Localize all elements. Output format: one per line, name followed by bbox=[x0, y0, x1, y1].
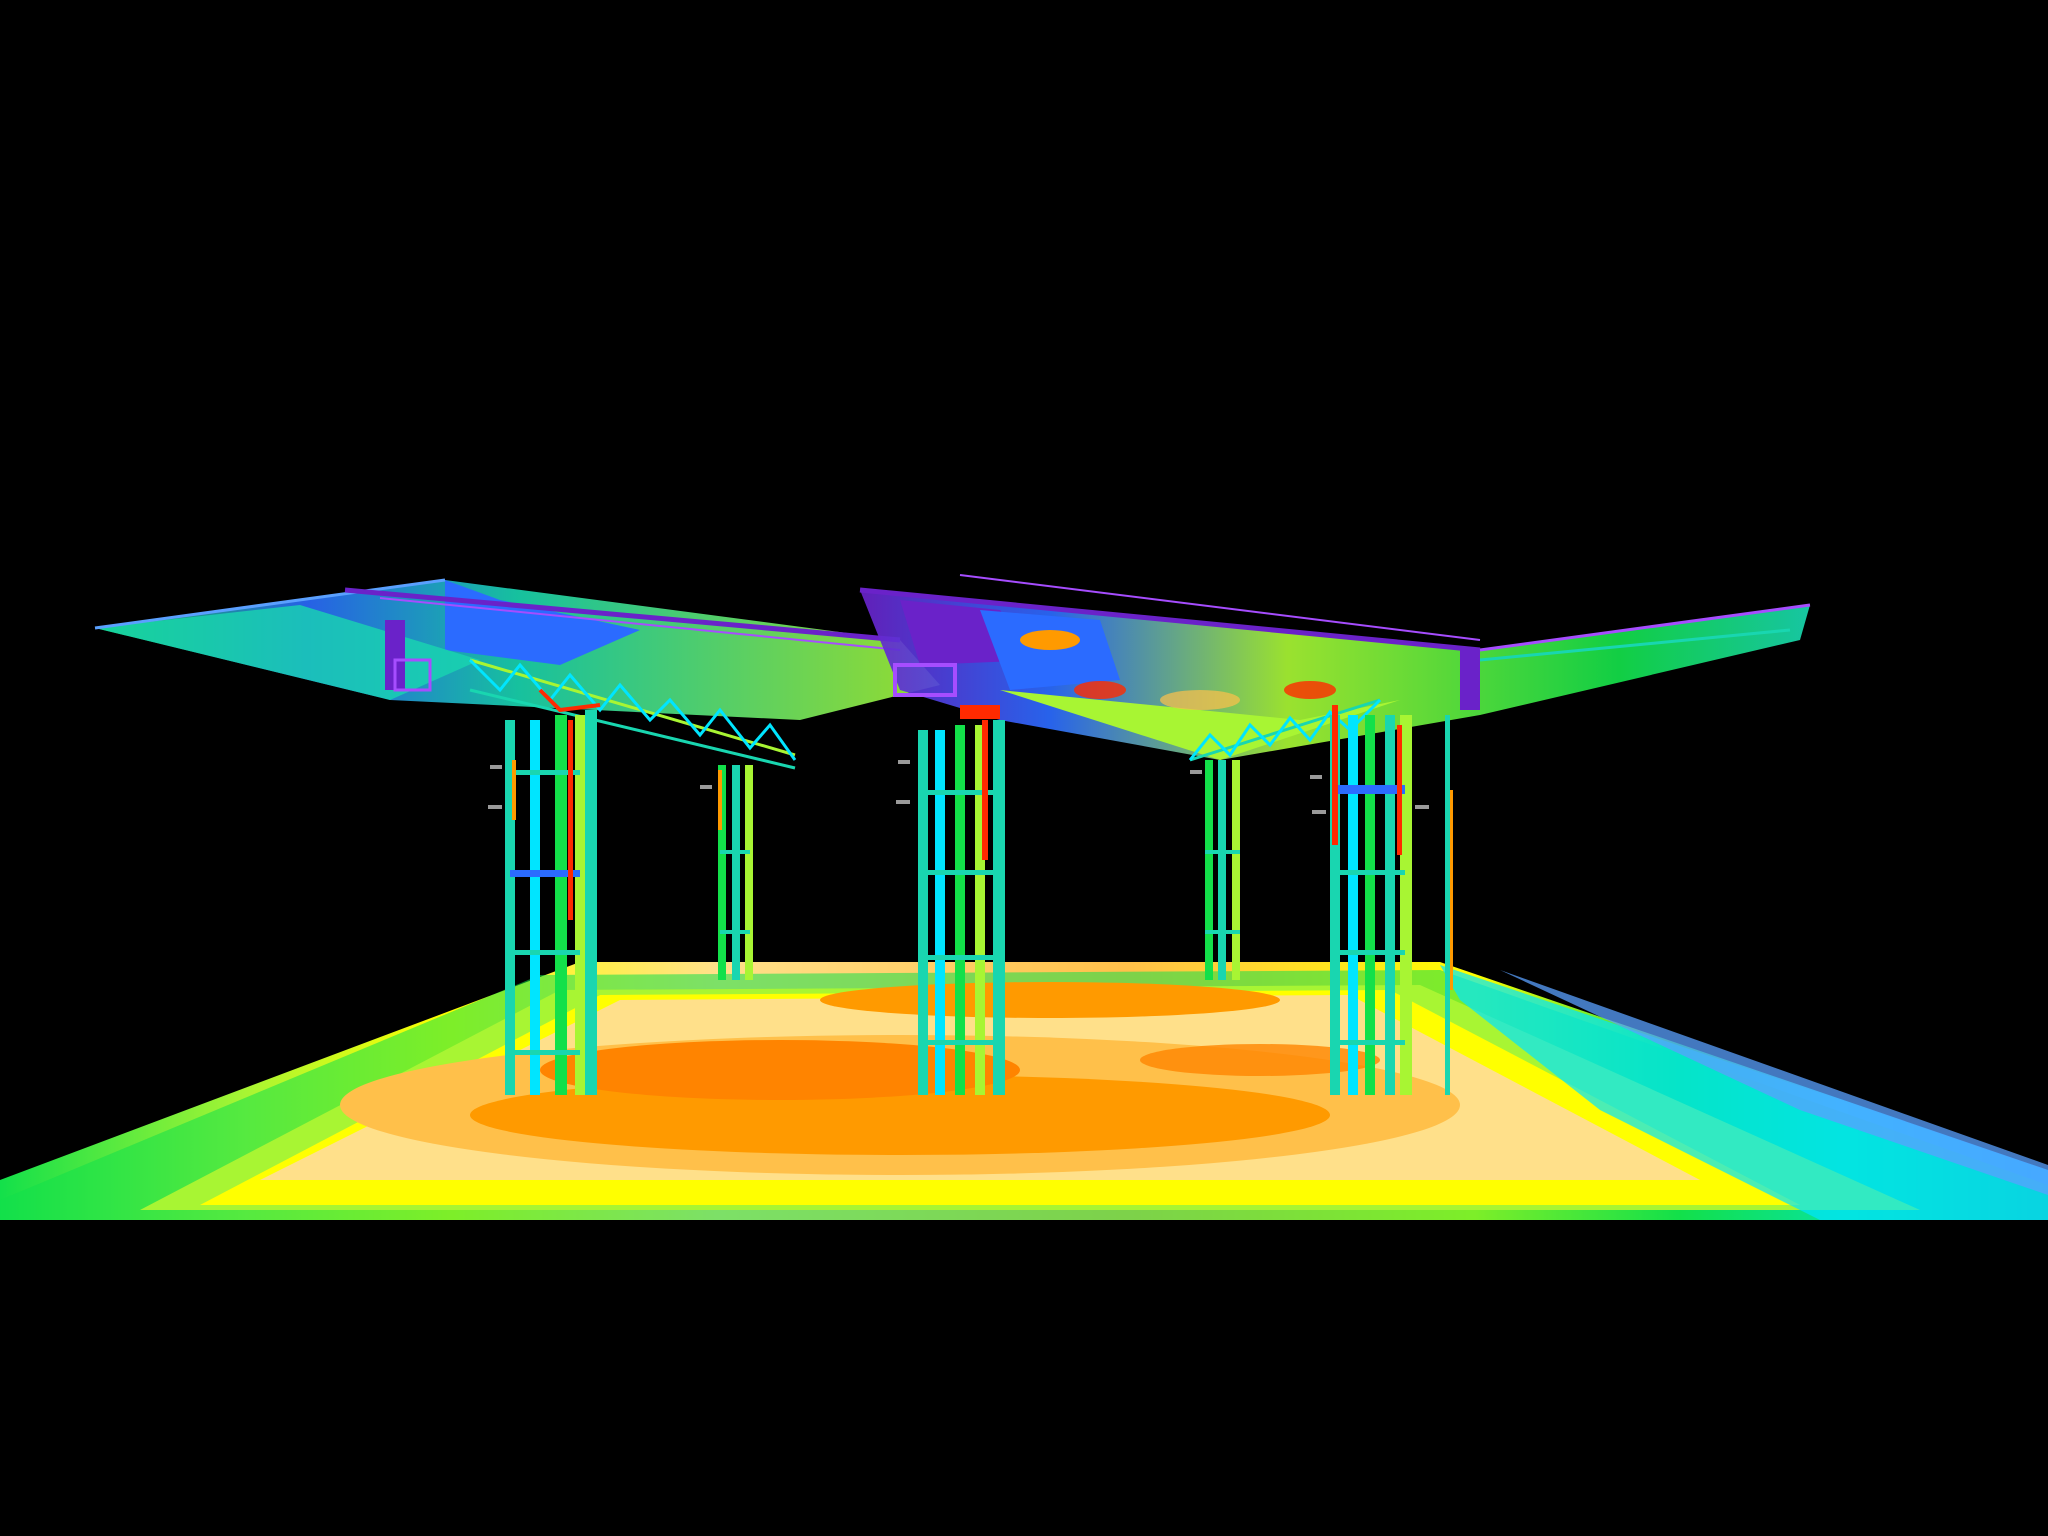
column-back-right bbox=[1205, 760, 1240, 980]
column-back-left bbox=[718, 765, 753, 980]
stress-contour-floor bbox=[0, 962, 2048, 1536]
roof-left-panel bbox=[94, 578, 940, 720]
render-viewport bbox=[0, 0, 2048, 1536]
stress-render-canvas bbox=[0, 574, 2048, 1536]
